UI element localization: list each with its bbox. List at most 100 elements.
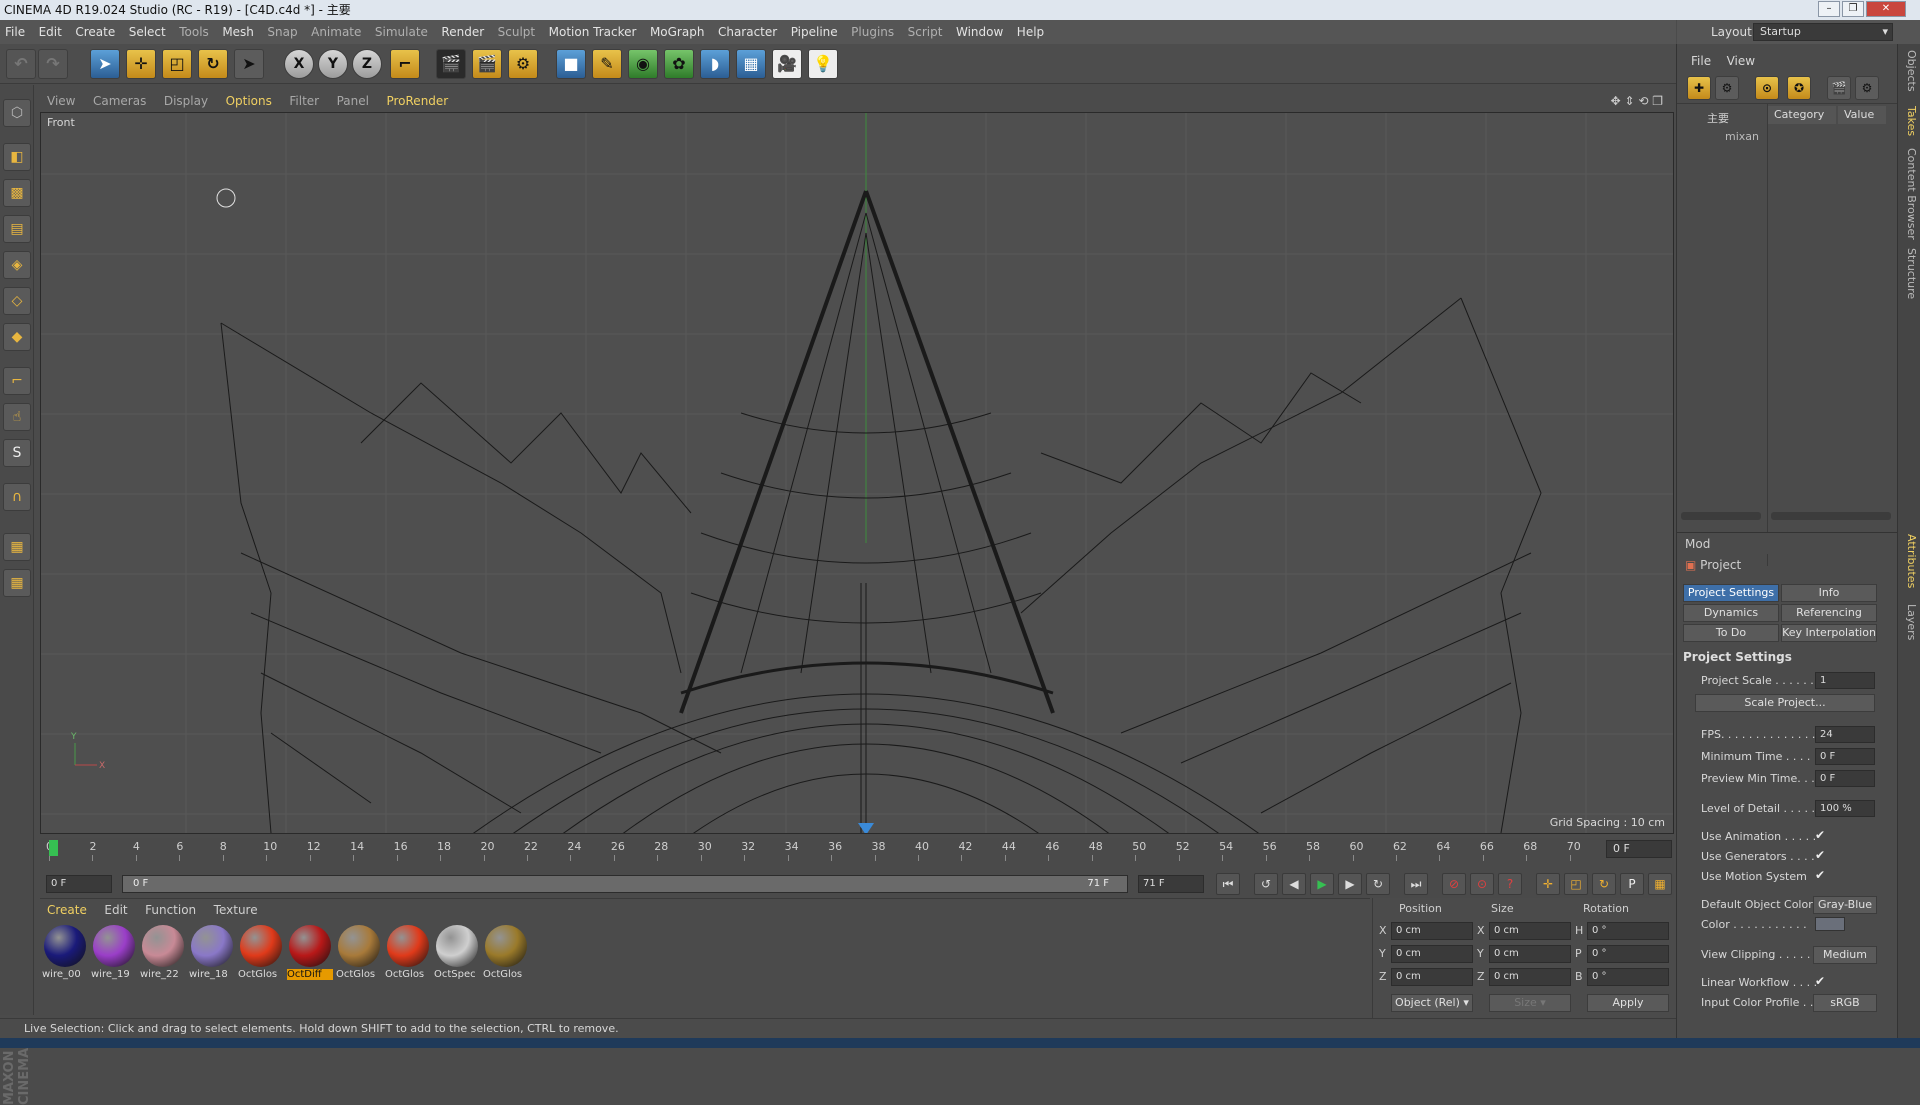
mat-menu-create[interactable]: Create <box>40 899 94 921</box>
menu-plugins[interactable]: Plugins <box>846 20 899 44</box>
menu-pipeline[interactable]: Pipeline <box>786 20 843 44</box>
menu-create[interactable]: Create <box>70 20 120 44</box>
rot-h-field[interactable]: 0 ° <box>1587 922 1669 940</box>
pos-z-field[interactable]: 0 cm <box>1391 968 1473 986</box>
menu-file[interactable]: File <box>0 20 30 44</box>
preview-min-time-field[interactable]: 0 F <box>1815 770 1875 787</box>
vp-menu-panel[interactable]: Panel <box>330 91 376 111</box>
material-swatch[interactable]: OctDiff <box>287 925 333 987</box>
undo-icon[interactable]: ↶ <box>6 49 36 79</box>
tab-todo[interactable]: To Do <box>1683 624 1779 642</box>
size-z-field[interactable]: 0 cm <box>1489 968 1571 986</box>
menu-mesh[interactable]: Mesh <box>217 20 259 44</box>
side-tab-attributes[interactable]: Attributes <box>1900 534 1918 588</box>
tweak-icon[interactable]: ☝ <box>3 403 31 431</box>
use-motion-system-checkbox[interactable]: ✔ <box>1815 868 1825 882</box>
side-tab-takes[interactable]: Takes <box>1900 106 1918 136</box>
render-picture-viewer-icon[interactable]: 🎬 <box>472 49 502 79</box>
color-swatch[interactable] <box>1815 917 1845 931</box>
take-render-icon[interactable]: 🎬 <box>1827 76 1851 100</box>
tab-key-interpolation[interactable]: Key Interpolation <box>1781 624 1877 642</box>
om-menu-view[interactable]: View <box>1721 50 1761 72</box>
tab-info[interactable]: Info <box>1781 584 1877 602</box>
render-view-icon[interactable]: 🎬 <box>436 49 466 79</box>
value-column-header[interactable]: Value <box>1838 106 1886 124</box>
category-column-header[interactable]: Category <box>1768 106 1836 124</box>
x-axis-button[interactable]: X <box>284 49 314 79</box>
subdivision-icon[interactable]: ◉ <box>628 49 658 79</box>
render-settings-icon[interactable]: ⚙ <box>508 49 538 79</box>
linear-workflow-checkbox[interactable]: ✔ <box>1815 974 1825 988</box>
snap-workplane-icon[interactable]: ▦ <box>3 569 31 597</box>
polygons-mode-icon[interactable]: ◆ <box>3 323 31 351</box>
key-scale-icon[interactable]: ◰ <box>1564 873 1588 895</box>
solo-icon[interactable]: S <box>3 439 31 467</box>
vp-menu-cameras[interactable]: Cameras <box>86 91 153 111</box>
vp-menu-options[interactable]: Options <box>219 91 279 111</box>
end-frame-field[interactable]: 71 F <box>1138 875 1204 893</box>
pos-y-field[interactable]: 0 cm <box>1391 945 1473 963</box>
live-selection-icon[interactable]: ➤ <box>90 49 120 79</box>
points-mode-icon[interactable]: ◈ <box>3 251 31 279</box>
prev-key-icon[interactable]: ↺ <box>1254 873 1278 895</box>
side-tab-content-browser[interactable]: Content Browser <box>1900 148 1918 240</box>
vp-menu-view[interactable]: View <box>40 91 82 111</box>
rot-b-field[interactable]: 0 ° <box>1587 968 1669 986</box>
menu-tools[interactable]: Tools <box>174 20 214 44</box>
fps-field[interactable]: 24 <box>1815 726 1875 743</box>
maximize-button[interactable]: ❐ <box>1842 1 1864 17</box>
move-icon[interactable]: ✛ <box>126 49 156 79</box>
mat-menu-edit[interactable]: Edit <box>97 899 134 921</box>
menu-character[interactable]: Character <box>713 20 782 44</box>
material-swatch[interactable]: OctSpec <box>434 925 480 987</box>
side-tab-layers[interactable]: Layers <box>1900 604 1918 640</box>
key-pla-icon[interactable]: ▦ <box>1648 873 1672 895</box>
take-icon[interactable]: ✚ <box>1687 76 1711 100</box>
minimum-time-field[interactable]: 0 F <box>1815 748 1875 765</box>
tab-dynamics[interactable]: Dynamics <box>1683 604 1779 622</box>
viewport-nav-icons[interactable]: ✥ ⇕ ⟲ ❐ <box>1604 91 1670 111</box>
playhead[interactable] <box>49 840 58 856</box>
material-swatch[interactable]: wire_22 <box>140 925 186 987</box>
tree-item-main[interactable]: 主要 <box>1707 110 1729 126</box>
pen-icon[interactable]: ✎ <box>592 49 622 79</box>
menu-motion-tracker[interactable]: Motion Tracker <box>544 20 642 44</box>
use-animation-checkbox[interactable]: ✔ <box>1815 828 1825 842</box>
close-button[interactable]: ✕ <box>1866 1 1906 17</box>
vp-menu-prorender[interactable]: ProRender <box>379 91 455 111</box>
size-x-field[interactable]: 0 cm <box>1489 922 1571 940</box>
record-keys-icon[interactable]: ⊘ <box>1442 873 1466 895</box>
light-icon[interactable]: 💡 <box>808 49 838 79</box>
take-override-icon[interactable]: ⚙ <box>1715 76 1739 100</box>
vp-menu-filter[interactable]: Filter <box>282 91 326 111</box>
view-clipping-dropdown[interactable]: Medium <box>1813 946 1877 964</box>
edges-mode-icon[interactable]: ◇ <box>3 287 31 315</box>
attr-mode-menu[interactable]: Mod <box>1685 537 1710 551</box>
tab-project-settings[interactable]: Project Settings <box>1683 584 1779 602</box>
camera-icon[interactable]: 🎥 <box>772 49 802 79</box>
goto-start-icon[interactable]: ⏮ <box>1216 873 1240 895</box>
menu-simulate[interactable]: Simulate <box>370 20 433 44</box>
mat-menu-texture[interactable]: Texture <box>207 899 265 921</box>
side-tab-objects[interactable]: Objects <box>1900 50 1918 92</box>
rotate-icon[interactable]: ↻ <box>198 49 228 79</box>
material-swatch[interactable]: OctGlos <box>385 925 431 987</box>
input-color-profile-dropdown[interactable]: sRGB <box>1813 994 1877 1012</box>
model-mode-icon[interactable]: ◧ <box>3 143 31 171</box>
take-main-icon[interactable]: ✪ <box>1787 76 1811 100</box>
lock-workplane-icon[interactable]: ▦ <box>3 533 31 561</box>
menu-edit[interactable]: Edit <box>34 20 67 44</box>
texture-mode-icon[interactable]: ▩ <box>3 179 31 207</box>
key-parameter-icon[interactable]: P <box>1620 873 1644 895</box>
cloner-icon[interactable]: ✿ <box>664 49 694 79</box>
pos-x-field[interactable]: 0 cm <box>1391 922 1473 940</box>
autokey-icon[interactable]: ⊙ <box>1470 873 1494 895</box>
material-swatch[interactable]: OctGlos <box>238 925 284 987</box>
frame-range-slider[interactable]: 0 F 71 F <box>122 875 1128 893</box>
current-frame-field[interactable]: 0 F <box>1606 840 1672 858</box>
coord-mode-dropdown[interactable]: Object (Rel) ▾ <box>1391 994 1473 1012</box>
size-mode-dropdown[interactable]: Size ▾ <box>1489 994 1571 1012</box>
material-swatch[interactable]: OctGlos <box>483 925 529 987</box>
next-key-icon[interactable]: ↻ <box>1366 873 1390 895</box>
prev-frame-icon[interactable]: ◀ <box>1282 873 1306 895</box>
